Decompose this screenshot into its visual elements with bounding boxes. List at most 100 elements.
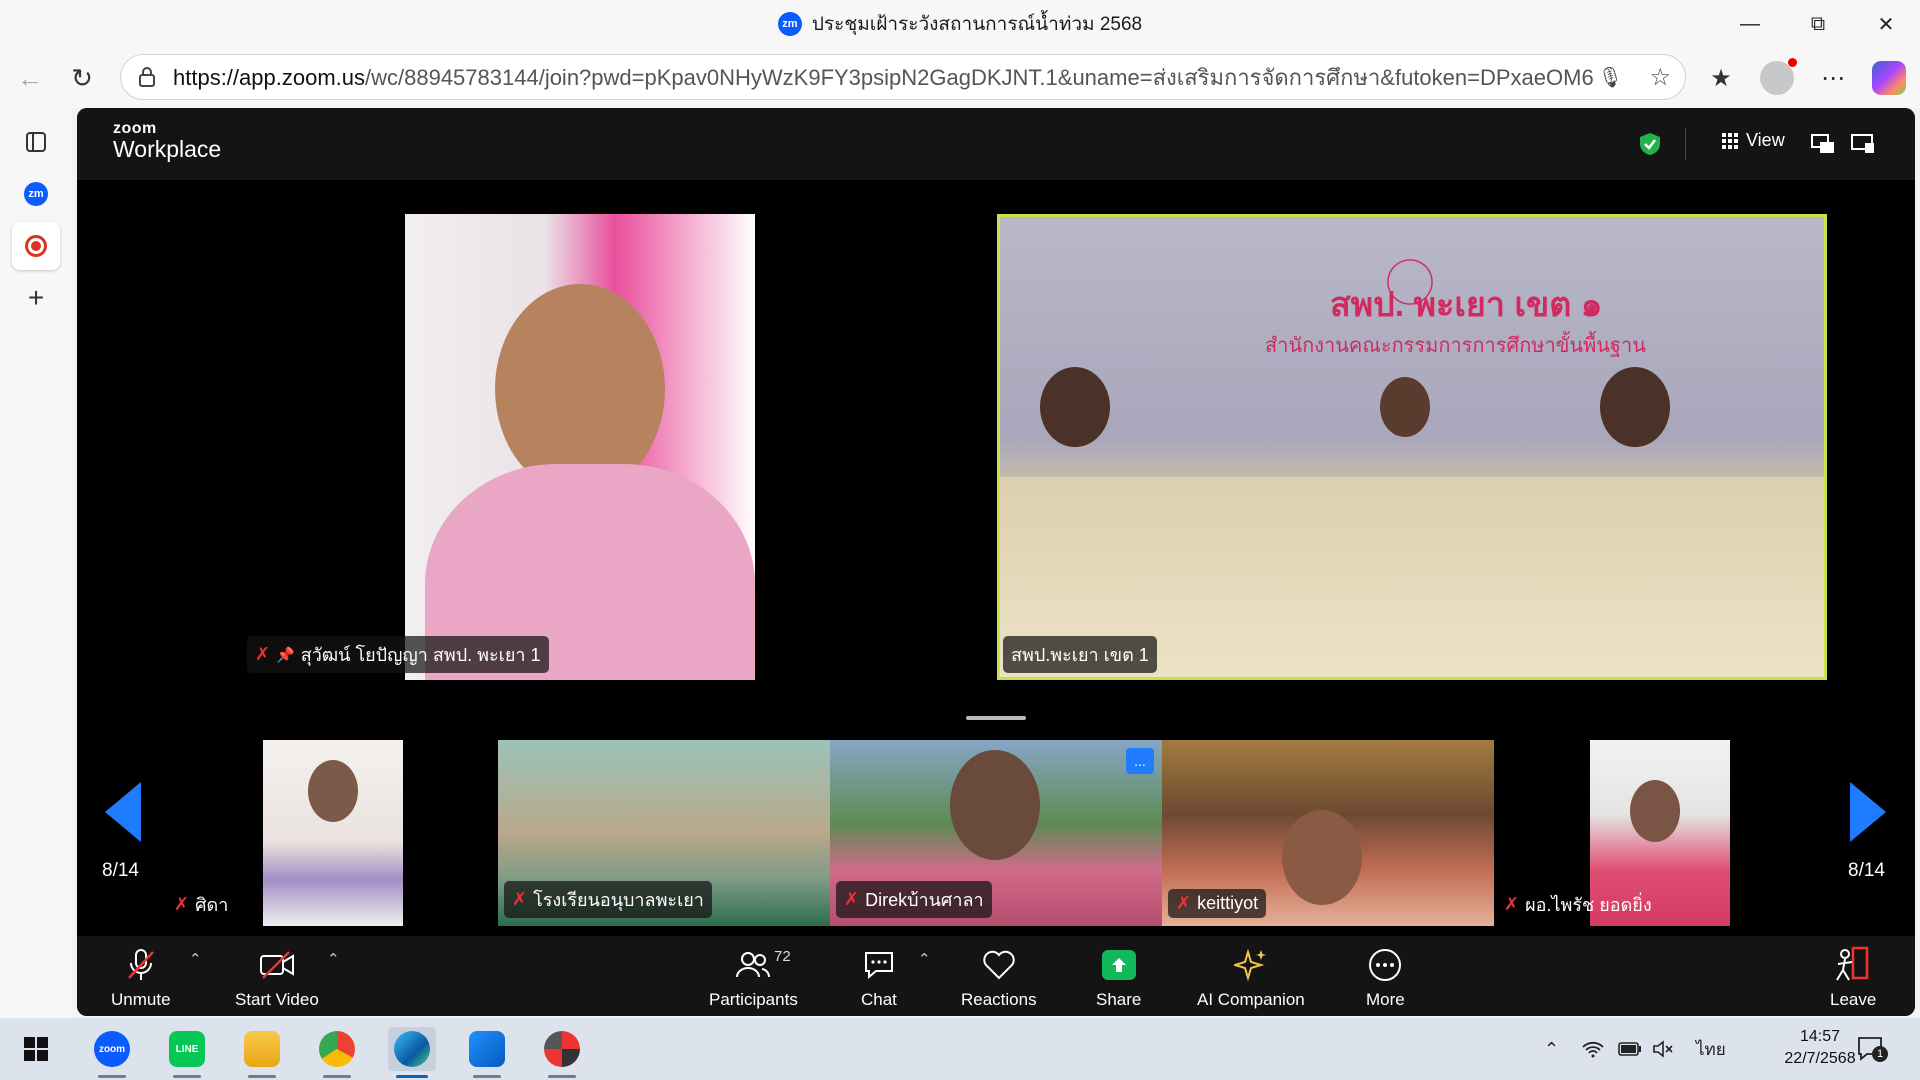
- more-button[interactable]: More: [1366, 946, 1405, 1010]
- screen-recorder-icon[interactable]: [12, 222, 60, 270]
- video-off-icon: [259, 946, 295, 984]
- grid-icon: [1722, 132, 1738, 149]
- favorites-icon[interactable]: ★: [1700, 57, 1742, 99]
- view-label: View: [1746, 130, 1785, 150]
- encryption-shield-icon[interactable]: [1639, 132, 1661, 156]
- sparkle-icon: [1233, 946, 1268, 984]
- muted-microphone-icon: [126, 946, 156, 984]
- reload-button[interactable]: ↻: [56, 52, 108, 104]
- browser-toolbar: ← ↻ https://app.zoom.us/wc/88945783144/j…: [0, 48, 1920, 108]
- address-bar[interactable]: https://app.zoom.us/wc/88945783144/join?…: [120, 54, 1686, 100]
- zoom-logo: zoom Workplace: [113, 120, 222, 162]
- minimize-button[interactable]: —: [1716, 0, 1784, 48]
- settings-more-icon[interactable]: ⋯: [1812, 57, 1854, 99]
- clock-date: 22/7/2568: [1784, 1050, 1856, 1067]
- zoom-meeting: zoom Workplace View ✗ 📌 สุวัฒน์ โยปัญญา …: [77, 108, 1915, 1016]
- browser-sidebar: zm +: [0, 108, 72, 1018]
- heart-icon: [982, 946, 1016, 984]
- back-button[interactable]: ←: [4, 52, 56, 104]
- restore-button[interactable]: ⧉: [1784, 0, 1852, 48]
- participants-icon: [736, 946, 771, 984]
- video-tile-strip-2[interactable]: ✗ โรงเรียนอนุบาลพะเยา: [498, 740, 830, 926]
- volume-muted-icon[interactable]: [1652, 1018, 1674, 1080]
- wifi-icon[interactable]: [1582, 1018, 1604, 1080]
- participant-name-tag: ✗ 📌 สุวัฒน์ โยปัญญา สพป. พะเยา 1: [247, 636, 549, 673]
- share-button[interactable]: Share: [1096, 946, 1141, 1010]
- url-text[interactable]: https://app.zoom.us/wc/88945783144/join?…: [173, 60, 1593, 95]
- zoom-app-icon: zoom: [94, 1031, 130, 1067]
- muted-mic-icon: ✗: [1176, 893, 1192, 913]
- folder-icon: [244, 1031, 280, 1067]
- url-path: /wc/88945783144/join?pwd=pKpav0NHyWzK9FY…: [365, 64, 1593, 90]
- page-indicator-right: 8/14: [1848, 860, 1885, 881]
- start-video-button[interactable]: Start Video: [235, 946, 319, 1010]
- ai-companion-button[interactable]: AI Companion: [1197, 946, 1305, 1010]
- chrome-icon: [319, 1031, 355, 1067]
- muted-mic-icon: ✗: [512, 889, 528, 909]
- taskbar-photos[interactable]: [463, 1027, 511, 1078]
- chat-button[interactable]: Chat: [861, 946, 897, 1010]
- clock-time: 14:57: [1799, 1028, 1841, 1045]
- add-tab-icon[interactable]: +: [12, 274, 60, 322]
- close-button[interactable]: ✕: [1852, 0, 1920, 48]
- leave-button[interactable]: Leave: [1830, 946, 1876, 1010]
- video-tile-strip-4[interactable]: ✗ keittiyot: [1162, 740, 1494, 926]
- taskbar-file-explorer[interactable]: [238, 1027, 286, 1078]
- input-language[interactable]: ไทย: [1696, 1018, 1726, 1080]
- pin-icon: 📌: [276, 646, 295, 664]
- site-info-icon[interactable]: [135, 65, 159, 89]
- window-title: ประชุมเฝ้าระวังสถานการณ์น้ำท่วม 2568: [811, 14, 1143, 35]
- zoom-tab-sidebar-icon[interactable]: zm: [12, 170, 60, 218]
- microphone-icon[interactable]: 🎙: [1598, 65, 1623, 90]
- chat-icon: [862, 946, 896, 984]
- zoom-header: zoom Workplace View: [77, 108, 1915, 180]
- taskbar-clock[interactable]: 14:57 22/7/2568: [1770, 1026, 1870, 1070]
- fullscreen-icon[interactable]: [1849, 130, 1877, 158]
- chat-options-caret[interactable]: ⌃: [918, 950, 931, 968]
- muted-mic-icon: ✗: [255, 644, 271, 664]
- video-options-caret[interactable]: ⌃: [327, 950, 340, 968]
- copilot-icon[interactable]: [1868, 57, 1910, 99]
- taskbar-photo-app[interactable]: [538, 1027, 586, 1078]
- taskbar-line-app[interactable]: LINE: [163, 1027, 211, 1078]
- taskbar-zoom-app[interactable]: zoom: [88, 1027, 136, 1078]
- battery-icon[interactable]: [1618, 1018, 1642, 1080]
- unmute-button[interactable]: Unmute: [111, 946, 171, 1010]
- favorite-star-icon[interactable]: ☆: [1649, 63, 1671, 92]
- window-titlebar: zm ประชุมเฝ้าระวังสถานการณ์น้ำท่วม 2568 …: [0, 0, 1920, 48]
- taskbar-edge[interactable]: [388, 1027, 436, 1078]
- next-page-arrow[interactable]: [1850, 782, 1886, 842]
- view-button[interactable]: View: [1722, 130, 1785, 151]
- participant-name-tag: สพป.พะเยา เขต 1: [1003, 636, 1157, 673]
- pip-icon[interactable]: [1809, 130, 1837, 158]
- participant-name-tag: ✗ keittiyot: [1168, 889, 1267, 918]
- show-hidden-icons[interactable]: ⌃: [1544, 1018, 1559, 1080]
- reactions-button[interactable]: Reactions: [961, 946, 1037, 1010]
- windows-icon: [24, 1037, 48, 1061]
- previous-page-arrow[interactable]: [105, 782, 141, 842]
- photo-editor-icon: [544, 1031, 580, 1067]
- url-host: https://app.zoom.us: [173, 64, 365, 90]
- audio-options-caret[interactable]: ⌃: [189, 950, 202, 968]
- participant-name-tag: ✗ โรงเรียนอนุบาลพะเยา: [504, 881, 712, 918]
- banner-subtext: สำนักงานคณะกรรมการการศึกษาขั้นพื้นฐาน: [1265, 335, 1646, 357]
- taskbar-chrome[interactable]: [313, 1027, 361, 1078]
- tile-menu-button[interactable]: ...: [1126, 748, 1154, 774]
- notification-count-badge: 1: [1872, 1046, 1888, 1062]
- notifications-button[interactable]: 1: [1857, 1018, 1888, 1080]
- participant-count: 72: [774, 948, 791, 965]
- video-tile-strip-1[interactable]: [263, 740, 403, 926]
- banner-text: สพป. พะเยา เขต ๑: [1330, 286, 1603, 324]
- profile-avatar[interactable]: [1756, 57, 1798, 99]
- page-indicator-left: 8/14: [102, 860, 139, 881]
- line-app-icon: LINE: [169, 1031, 205, 1067]
- video-tile-strip-3[interactable]: ... ✗ Direkบ้านศาลา: [830, 740, 1162, 926]
- video-tile-main-2[interactable]: สพป. พะเยา เขต ๑ สำนักงานคณะกรรมการการศึ…: [997, 214, 1827, 680]
- start-button[interactable]: [12, 1027, 60, 1071]
- resize-handle[interactable]: [966, 716, 1026, 720]
- participant-name-tag: ✗ ศิดา: [174, 894, 229, 915]
- video-tile-main-1[interactable]: [405, 214, 755, 680]
- edge-icon: [394, 1031, 430, 1067]
- muted-mic-icon: ✗: [1504, 894, 1520, 914]
- tab-actions-icon[interactable]: [12, 118, 60, 166]
